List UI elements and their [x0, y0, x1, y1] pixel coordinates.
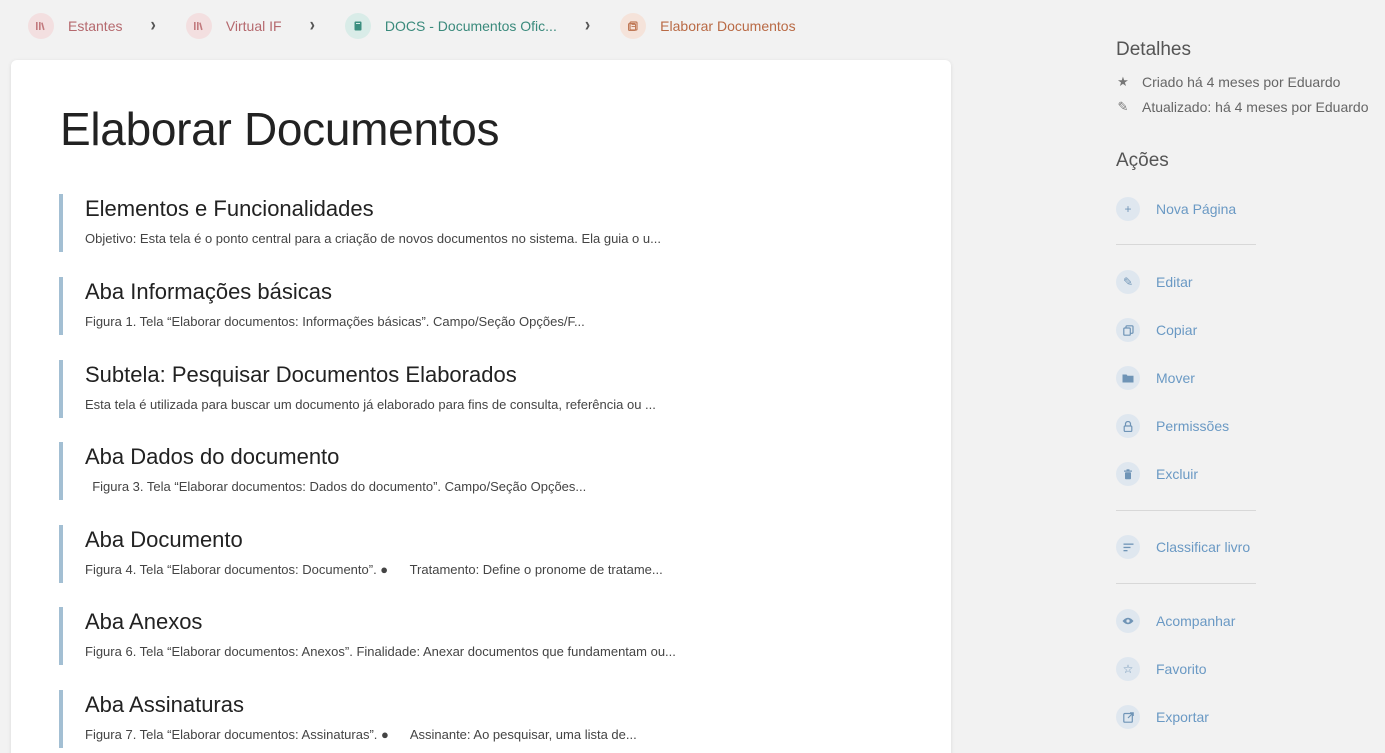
- page-entry-title[interactable]: Aba Informações básicas: [85, 279, 879, 305]
- folder-icon: [1116, 366, 1140, 390]
- breadcrumb-item-chapter[interactable]: Elaborar Documentos: [620, 13, 796, 39]
- page-entry-excerpt: Figura 7. Tela “Elaborar documentos: Ass…: [85, 727, 637, 742]
- page-entry-excerpt: Figura 1. Tela “Elaborar documentos: Inf…: [85, 314, 585, 329]
- favorite-label: Favorito: [1156, 661, 1207, 677]
- page-entry[interactable]: Aba Assinaturas Figura 7. Tela “Elaborar…: [59, 690, 879, 748]
- pencil-icon: ✎: [1117, 99, 1129, 114]
- breadcrumb-label: DOCS - Documentos Ofic...: [384, 18, 557, 34]
- page-entry[interactable]: Elementos e Funcionalidades Objetivo: Es…: [59, 194, 879, 252]
- edit-label: Editar: [1156, 274, 1193, 290]
- page-entry-excerpt: Figura 4. Tela “Elaborar documentos: Doc…: [85, 562, 663, 577]
- watch-button[interactable]: Acompanhar: [1116, 609, 1235, 633]
- copy-button[interactable]: Copiar: [1116, 318, 1197, 342]
- page-entry-title[interactable]: Elementos e Funcionalidades: [85, 196, 879, 222]
- plus-icon: +: [1116, 197, 1140, 221]
- copy-icon: [1116, 318, 1140, 342]
- page-entry[interactable]: Aba Informações básicas Figura 1. Tela “…: [59, 277, 879, 335]
- page-entry-excerpt: Objetivo: Esta tela é o ponto central pa…: [85, 231, 661, 246]
- details-heading: Detalhes: [1116, 39, 1191, 60]
- watch-label: Acompanhar: [1156, 613, 1236, 629]
- breadcrumb-item-shelves[interactable]: Estantes: [28, 13, 122, 39]
- permissions-button[interactable]: Permissões: [1116, 414, 1229, 438]
- sort-book-button[interactable]: Classificar livro: [1116, 535, 1250, 559]
- page-entry[interactable]: Subtela: Pesquisar Documentos Elaborados…: [59, 360, 879, 418]
- page-entry-title[interactable]: Subtela: Pesquisar Documentos Elaborados: [85, 362, 879, 388]
- chapter-content-card: Elaborar Documentos Elementos e Funciona…: [11, 60, 951, 753]
- delete-label: Excluir: [1156, 466, 1199, 482]
- move-button[interactable]: Mover: [1116, 366, 1195, 390]
- favorite-button[interactable]: ☆ Favorito: [1116, 657, 1207, 681]
- page-entry-excerpt: Esta tela é utilizada para buscar um doc…: [85, 397, 656, 412]
- page-title: Elaborar Documentos: [60, 103, 500, 155]
- page-entry-title[interactable]: Aba Anexos: [85, 609, 879, 635]
- star-icon: ★: [1117, 74, 1129, 89]
- export-icon: [1116, 705, 1140, 729]
- page-entry-excerpt: Figura 3. Tela “Elaborar documentos: Dad…: [85, 479, 587, 494]
- page-entry-title[interactable]: Aba Dados do documento: [85, 444, 879, 470]
- trash-icon: [1116, 462, 1140, 486]
- breadcrumb-label: Elaborar Documentos: [660, 18, 796, 34]
- page-entry[interactable]: Aba Documento Figura 4. Tela “Elaborar d…: [59, 525, 879, 583]
- star-outline-icon: ☆: [1116, 657, 1140, 681]
- updated-text: Atualizado: há 4 meses por Eduardo: [1142, 99, 1369, 115]
- page-entry[interactable]: Aba Anexos Figura 6. Tela “Elaborar docu…: [59, 607, 879, 665]
- page-entry-excerpt: Figura 6. Tela “Elaborar documentos: Ane…: [85, 644, 676, 659]
- export-label: Exportar: [1156, 709, 1209, 725]
- move-label: Mover: [1156, 370, 1195, 386]
- breadcrumb: Estantes › Virtual IF › DOCS - Documento…: [28, 12, 796, 40]
- page-entry[interactable]: Aba Dados do documento Figura 3. Tela “E…: [59, 442, 879, 500]
- created-text: Criado há 4 meses por Eduardo: [1142, 74, 1341, 90]
- sort-icon: [1116, 535, 1140, 559]
- book-icon: [344, 13, 371, 39]
- divider: [1116, 244, 1256, 245]
- chapter-icon: [620, 13, 647, 39]
- pencil-icon: ✎: [1116, 270, 1140, 294]
- divider: [1116, 583, 1256, 584]
- shelves-icon: [28, 13, 54, 39]
- chevron-right-icon: ›: [150, 15, 156, 36]
- page-entry-title[interactable]: Aba Assinaturas: [85, 692, 879, 718]
- chevron-right-icon: ›: [584, 15, 591, 36]
- breadcrumb-item-book[interactable]: DOCS - Documentos Ofic...: [344, 13, 557, 39]
- created-meta: ★ Criado há 4 meses por Eduardo: [1116, 74, 1340, 90]
- chevron-right-icon: ›: [309, 15, 315, 36]
- updated-meta: ✎ Atualizado: há 4 meses por Eduardo: [1116, 99, 1369, 115]
- shelf-icon: [185, 13, 212, 39]
- export-button[interactable]: Exportar: [1116, 705, 1209, 729]
- edit-button[interactable]: ✎ Editar: [1116, 270, 1193, 294]
- breadcrumb-item-shelf[interactable]: Virtual IF: [185, 13, 282, 39]
- breadcrumb-label: Estantes: [68, 18, 123, 34]
- eye-icon: [1116, 609, 1140, 633]
- delete-button[interactable]: Excluir: [1116, 462, 1198, 486]
- new-page-label: Nova Página: [1156, 201, 1237, 217]
- new-page-button[interactable]: + Nova Página: [1116, 197, 1236, 221]
- permissions-label: Permissões: [1156, 418, 1230, 434]
- sort-book-label: Classificar livro: [1156, 539, 1251, 555]
- divider: [1116, 510, 1256, 511]
- lock-icon: [1116, 414, 1140, 438]
- breadcrumb-label: Virtual IF: [225, 18, 282, 34]
- copy-label: Copiar: [1156, 322, 1198, 338]
- page-entry-title[interactable]: Aba Documento: [85, 527, 879, 553]
- actions-heading: Ações: [1116, 150, 1169, 171]
